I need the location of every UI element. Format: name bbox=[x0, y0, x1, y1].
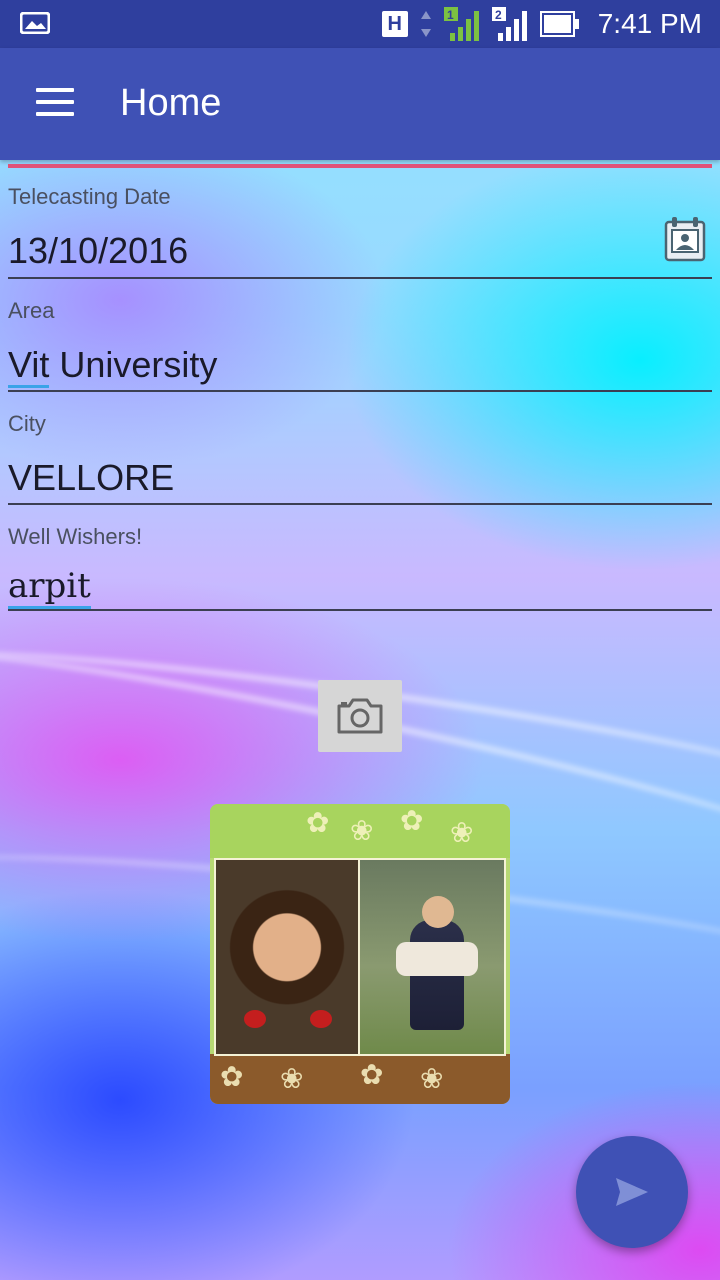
field-underline bbox=[8, 390, 712, 392]
city-label: City bbox=[8, 411, 46, 436]
divider-accent bbox=[8, 164, 712, 168]
well-wishers-text: arpit bbox=[8, 566, 91, 609]
data-arrows-icon bbox=[420, 11, 431, 37]
well-wishers-label: Well Wishers! bbox=[8, 524, 143, 549]
sim1-number: 1 bbox=[447, 8, 454, 22]
girl-portrait bbox=[214, 858, 360, 1056]
area-field[interactable]: Area Vit University bbox=[8, 298, 712, 394]
signal-sim1-icon: 1 bbox=[443, 7, 479, 41]
flower-decoration: ❀ bbox=[420, 1063, 444, 1094]
gallery-notification-icon bbox=[20, 12, 50, 34]
well-wishers-value[interactable]: arpit bbox=[8, 566, 91, 609]
area-value[interactable]: Vit University bbox=[8, 344, 218, 388]
flower-decoration: ✿ bbox=[400, 805, 424, 836]
hair-bow bbox=[244, 1010, 266, 1028]
flower-decoration: ❀ bbox=[280, 1063, 304, 1094]
telecasting-date-label: Telecasting Date bbox=[8, 184, 171, 209]
status-icons: H 1 2 7:41 PM bbox=[381, 0, 702, 48]
well-wishers-field[interactable]: Well Wishers! arpit bbox=[8, 524, 712, 614]
status-bar: H 1 2 7:41 PM bbox=[0, 0, 720, 48]
flower-decoration: ✿ bbox=[306, 807, 330, 838]
camera-icon bbox=[337, 698, 383, 734]
hamburger-menu-icon[interactable] bbox=[36, 86, 76, 122]
field-underline bbox=[8, 277, 712, 279]
camera-button[interactable] bbox=[318, 680, 402, 752]
city-field[interactable]: City VELLORE bbox=[8, 411, 712, 507]
city-value[interactable]: VELLORE bbox=[8, 457, 174, 499]
page-title: Home bbox=[120, 82, 222, 124]
boy-face bbox=[422, 896, 454, 928]
send-button[interactable] bbox=[576, 1136, 688, 1248]
field-underline bbox=[8, 503, 712, 505]
battery-icon bbox=[539, 11, 579, 37]
clock: 7:41 PM bbox=[597, 8, 702, 39]
hair-bow bbox=[310, 1010, 332, 1028]
field-underline bbox=[8, 609, 712, 611]
sim2-number: 2 bbox=[495, 8, 502, 22]
app-bar: Home bbox=[0, 48, 720, 160]
area-label: Area bbox=[8, 298, 55, 323]
flower-decoration: ✿ bbox=[220, 1061, 244, 1092]
selected-photo[interactable]: ✿ ❀ ✿ ❀ ✿ ❀ ✿ ❀ bbox=[210, 804, 510, 1104]
area-value-rest: University bbox=[49, 344, 218, 385]
signal-sim2-icon: 2 bbox=[491, 7, 527, 41]
area-value-first-word: Vit bbox=[8, 344, 50, 388]
network-type-badge: H bbox=[381, 11, 408, 37]
flower-decoration: ✿ bbox=[360, 1059, 384, 1090]
boy-fur-collar bbox=[396, 942, 478, 976]
flower-decoration: ❀ bbox=[350, 815, 374, 846]
send-icon bbox=[616, 1178, 648, 1206]
flower-decoration: ❀ bbox=[450, 817, 474, 848]
telecasting-date-value[interactable]: 13/10/2016 bbox=[8, 230, 188, 272]
telecasting-date-field[interactable]: Telecasting Date 13/10/2016 bbox=[8, 184, 712, 280]
boy-portrait bbox=[358, 858, 506, 1056]
calendar-icon[interactable] bbox=[664, 216, 706, 262]
